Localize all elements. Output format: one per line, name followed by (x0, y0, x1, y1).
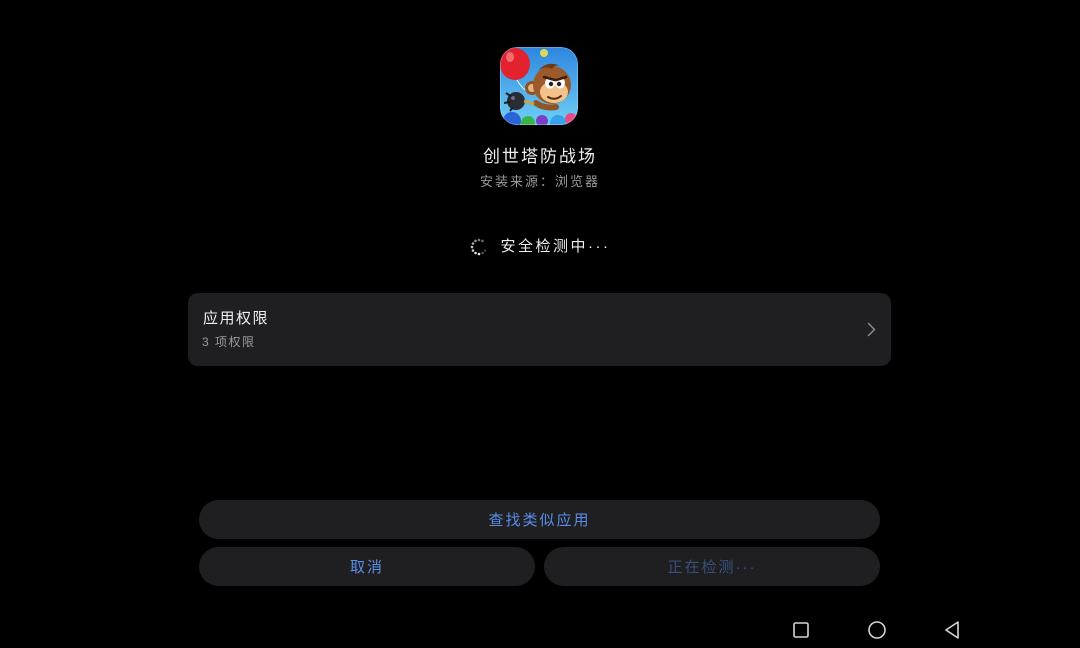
find-similar-apps-button[interactable]: 查找类似应用 (199, 500, 880, 539)
chevron-right-icon (867, 322, 876, 337)
back-button[interactable] (941, 619, 963, 641)
install-source: 安装来源：浏览器 (479, 174, 600, 189)
permissions-title: 应用权限 (203, 310, 270, 327)
loading-spinner-icon (470, 238, 486, 256)
cancel-button[interactable]: 取消 (199, 547, 535, 586)
scan-status-text: 安全检测中··· (500, 238, 611, 255)
game-app-icon (500, 47, 578, 125)
recents-button[interactable] (790, 619, 812, 641)
triangle-back-icon (945, 621, 959, 639)
app-icon (500, 47, 578, 125)
install-status-button: 正在检测··· (544, 547, 880, 586)
home-button[interactable] (866, 619, 888, 641)
security-scan-status: 安全检测中··· (0, 236, 1080, 258)
app-permissions-card[interactable]: 应用权限 3 项权限 (188, 293, 891, 366)
square-icon (793, 622, 809, 638)
app-name: 创世塔防战场 (483, 147, 597, 166)
circle-icon (868, 621, 886, 639)
permissions-count: 3 项权限 (202, 335, 256, 349)
